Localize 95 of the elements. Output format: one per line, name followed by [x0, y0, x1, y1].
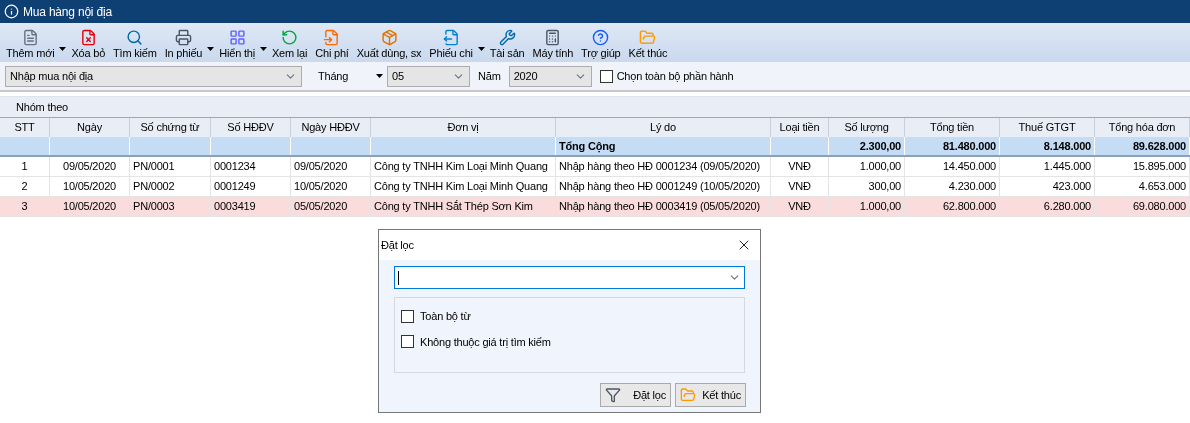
dialog-title: Đặt lọc — [381, 237, 414, 253]
folder-icon — [680, 387, 696, 403]
table-row[interactable]: 3 10/05/2020 PN/0003 0003419 05/05/2020 Công ty TNHH Sắt Thép Sơn Kim Nhập hàng theo HĐ 0003419 (05/05/2020) VNĐ 1.000,00 62.800.000 6.280.000 69.080.000 — [0, 197, 1190, 217]
toolbar-button[interactable]: Tìm kiếm — [109, 29, 161, 60]
filter-icon — [605, 387, 621, 403]
table-cell-text: 69.080.000 — [1132, 199, 1186, 215]
total-cell-text: 81.480.000 — [942, 138, 996, 154]
table-cell-text: 6.280.000 — [1043, 199, 1091, 215]
table-cell-text: 1 — [21, 159, 28, 175]
total-cell-text: 8.148.000 — [1043, 138, 1091, 154]
folder-icon — [639, 29, 657, 46]
filter-button[interactable]: Đặt lọc — [600, 383, 671, 407]
table-cell-text: Công ty TNHH Kim Loại Minh Quang — [374, 179, 548, 195]
table-cell-text: 0003419 — [214, 199, 256, 215]
table-cell-text: 62.800.000 — [942, 199, 996, 215]
table-cell-text: 1.000,00 — [859, 159, 901, 175]
table-cell-text: 300,00 — [868, 179, 901, 195]
module-dropdown[interactable]: Nhập mua nội địa — [5, 65, 302, 87]
group-by-label: Nhóm theo — [16, 99, 68, 115]
year-dropdown[interactable]: 2020 — [508, 65, 592, 87]
table-cell-text: PN/0002 — [133, 179, 175, 195]
table-cell-text: PN/0003 — [133, 199, 175, 215]
table-cell-text: 09/05/2020 — [62, 159, 117, 175]
table-cell-text: Công ty TNHH Sắt Thép Sơn Kim — [374, 199, 533, 215]
toolbar-button[interactable]: Kết thúc — [624, 29, 672, 60]
toolbar-button[interactable]: Xuất dùng, sx — [352, 29, 426, 60]
year-label: Năm — [478, 68, 501, 84]
window-title: Mua hàng nội địa — [23, 3, 112, 21]
caret-icon[interactable] — [59, 47, 67, 51]
toolbar-button[interactable]: Tài sản — [485, 29, 529, 60]
exit-button[interactable]: Kết thúc — [675, 383, 746, 407]
table-cell-text: Nhập hàng theo HĐ 0003419 (05/05/2020) — [559, 199, 760, 215]
caret-icon[interactable] — [207, 47, 215, 51]
calculator-icon — [544, 29, 562, 46]
table-cell-text: Công ty TNHH Kim Loại Minh Quang — [374, 159, 548, 175]
toolbar-button[interactable]: Chi phí — [311, 29, 353, 60]
table-cell-text: 2 — [21, 179, 28, 195]
table-cell-text: Nhập hàng theo HĐ 0001249 (10/05/2020) — [559, 179, 760, 195]
table-cell-text: 14.450.000 — [942, 159, 996, 175]
toolbar-button[interactable]: Thêm mới — [2, 29, 59, 60]
toolbar-button[interactable]: Xem lại — [267, 29, 312, 60]
table-cell-text: 1.445.000 — [1043, 159, 1091, 175]
checkbox-label: Toàn bộ từ — [420, 309, 471, 324]
toolbar-button[interactable]: Phiếu chi — [425, 29, 477, 60]
table-cell-text: 15.895.000 — [1132, 159, 1186, 175]
toolbar-button[interactable]: Xóa bỏ — [67, 29, 110, 60]
total-cell-text: 2.300,00 — [859, 138, 901, 154]
table-cell-text: VNĐ — [788, 199, 811, 215]
search-field[interactable] — [394, 266, 745, 289]
checkbox[interactable] — [401, 309, 414, 323]
checkbox[interactable] — [599, 69, 613, 83]
delete-icon — [79, 29, 97, 46]
help-icon — [592, 29, 610, 46]
table-cell-text: 0001234 — [214, 159, 256, 175]
table-cell-text: 05/05/2020 — [294, 199, 348, 215]
checkbox-label: Chọn toàn bộ phần hành — [616, 68, 734, 84]
caret-icon[interactable] — [259, 47, 267, 51]
table-cell-text: VNĐ — [788, 179, 811, 195]
tools-icon — [498, 29, 516, 46]
table-cell-text: 10/05/2020 — [294, 179, 348, 195]
table-cell-text: Nhập hàng theo HĐ 0001234 (09/05/2020) — [559, 159, 760, 175]
table-cell-text: 10/05/2020 — [62, 179, 117, 195]
month-dropdown[interactable]: 05 — [387, 65, 470, 87]
info-icon — [4, 4, 19, 19]
month-label: Tháng — [318, 68, 350, 84]
caret-icon — [376, 74, 383, 78]
toolbar-button[interactable]: In phiếu — [160, 29, 207, 60]
checkbox[interactable] — [401, 335, 414, 349]
toolbar-button[interactable]: Trợ giúp — [577, 29, 625, 60]
table-cell-text: PN/0001 — [133, 159, 175, 175]
table-cell-text: 423.000 — [1052, 179, 1091, 195]
table-cell-text: 4.653.000 — [1138, 179, 1186, 195]
table-cell-text: 09/05/2020 — [294, 159, 348, 175]
toolbar-button[interactable]: Hiển thị — [215, 29, 259, 60]
caret-icon[interactable] — [477, 47, 485, 51]
table-cell-text: VNĐ — [788, 159, 811, 175]
document-icon — [323, 29, 341, 46]
checkbox-label: Không thuộc giá trị tìm kiếm — [420, 334, 551, 350]
table-cell-text: 1.000,00 — [859, 199, 901, 215]
grid-icon — [228, 29, 246, 46]
document-icon — [442, 29, 460, 46]
search-icon — [126, 29, 144, 46]
table-cell-text: 10/05/2020 — [62, 199, 117, 215]
box-icon — [380, 29, 398, 46]
printer-icon — [174, 29, 192, 46]
document-icon — [21, 29, 39, 46]
total-label: Tổng Cộng — [559, 138, 616, 155]
total-cell-text: 89.628.000 — [1132, 138, 1186, 154]
table-cell-text: 4.230.000 — [948, 179, 996, 195]
table-cell-text: 3 — [21, 199, 28, 215]
toolbar-button[interactable]: Máy tính — [528, 29, 578, 60]
table-row[interactable]: 2 10/05/2020 PN/0002 0001249 10/05/2020 Công ty TNHH Kim Loại Minh Quang Nhập hàng theo HĐ 0001249 (10/05/2020) VNĐ 300,00 4.230.000 423.000 4.653.000 — [0, 177, 1190, 197]
refresh-icon — [281, 29, 299, 46]
table-row[interactable]: 1 09/05/2020 PN/0001 0001234 09/05/2020 Công ty TNHH Kim Loại Minh Quang Nhập hàng theo HĐ 0001234 (09/05/2020) VNĐ 1.000,00 14.450.000 1.445.000 15.895.000 — [0, 157, 1190, 177]
table-cell-text: 0001249 — [214, 179, 256, 195]
